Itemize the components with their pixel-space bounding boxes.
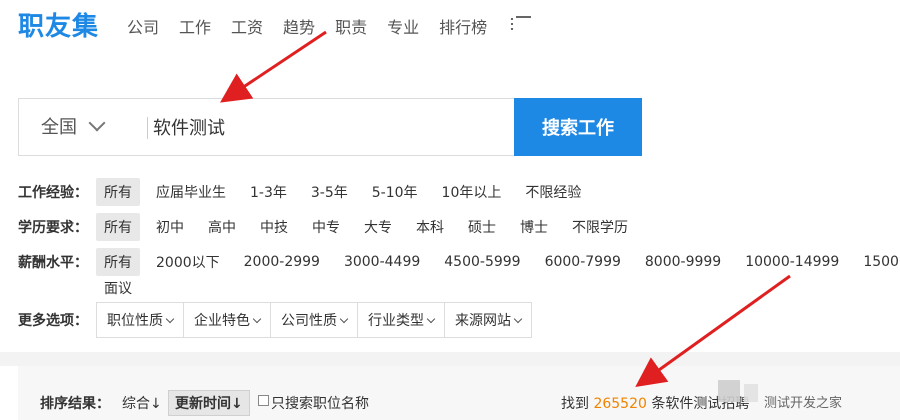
- filter-option[interactable]: 1-3年: [242, 178, 295, 206]
- filter-option[interactable]: 所有: [96, 178, 140, 206]
- dropdown-job-type[interactable]: 职位性质: [97, 303, 184, 337]
- search-box: 全国 搜索工作: [18, 98, 642, 156]
- filter-option[interactable]: 2000以下: [148, 248, 228, 276]
- dropdown-group: 职位性质 企业特色 公司性质 行业类型 来源网站: [96, 302, 532, 338]
- site-logo[interactable]: 职友集: [18, 6, 99, 43]
- nav-rankings[interactable]: 排行榜: [439, 14, 487, 38]
- filter-option[interactable]: 3-5年: [303, 178, 356, 206]
- watermark: 测试开发之家: [718, 378, 900, 414]
- chevron-down-icon: [88, 114, 106, 132]
- filter-option[interactable]: 所有: [96, 213, 140, 241]
- divider: [147, 117, 148, 139]
- nav-jobs[interactable]: 工作: [179, 14, 211, 38]
- dropdown-label: 企业特色: [194, 313, 250, 329]
- filter-option[interactable]: 中专: [304, 213, 348, 241]
- dropdown-label: 来源网站: [455, 313, 511, 329]
- top-navigation-bar: 职友集 公司 工作 工资 趋势 职责 专业 排行榜: [0, 0, 900, 52]
- nav-duties[interactable]: 职责: [335, 14, 367, 38]
- chevron-down-icon: [165, 314, 175, 323]
- filter-option[interactable]: 4500-5999: [436, 250, 528, 274]
- filter-option[interactable]: 6000-7999: [537, 250, 629, 274]
- filter-label: 更多选项：: [18, 313, 88, 329]
- filter-option[interactable]: 本科: [408, 213, 452, 241]
- sort-comprehensive[interactable]: 综合↓: [122, 393, 162, 413]
- filter-more: 更多选项： 职位性质 企业特色 公司性质 行业类型 来源网站: [18, 302, 532, 338]
- filter-option-negotiable[interactable]: 面议: [104, 278, 132, 298]
- filter-salary: 薪酬水平： 所有 2000以下 2000-2999 3000-4499 4500…: [18, 248, 900, 276]
- filter-option[interactable]: 硕士: [460, 213, 504, 241]
- nav-salary[interactable]: 工资: [231, 14, 263, 38]
- dropdown-label: 行业类型: [368, 313, 424, 329]
- dropdown-company-feature[interactable]: 企业特色: [184, 303, 271, 337]
- filter-option[interactable]: 10年以上: [434, 178, 510, 206]
- filter-experience: 工作经验： 所有 应届毕业生 1-3年 3-5年 5-10年 10年以上 不限经…: [18, 178, 597, 206]
- result-prefix: 找到: [561, 396, 589, 412]
- main-nav: 公司 工作 工资 趋势 职责 专业 排行榜: [127, 14, 532, 38]
- dropdown-company-type[interactable]: 公司性质: [271, 303, 358, 337]
- nav-company[interactable]: 公司: [127, 14, 159, 38]
- filter-label: 薪酬水平：: [18, 255, 88, 271]
- filter-option[interactable]: 应届毕业生: [148, 178, 234, 206]
- dropdown-source-site[interactable]: 来源网站: [445, 303, 531, 337]
- filter-option[interactable]: 2000-2999: [236, 250, 328, 274]
- menu-list-icon[interactable]: [511, 16, 532, 32]
- filter-option[interactable]: 10000-14999: [737, 250, 847, 274]
- watermark-logo-icon: [744, 384, 758, 402]
- filter-option[interactable]: 初中: [148, 213, 192, 241]
- filter-option[interactable]: 高中: [200, 213, 244, 241]
- chevron-down-icon: [252, 314, 262, 323]
- watermark-text: 测试开发之家: [764, 396, 843, 411]
- filter-education: 学历要求： 所有 初中 高中 中技 中专 大专 本科 硕士 博士 不限学历: [18, 213, 644, 241]
- sort-update-time[interactable]: 更新时间↓: [168, 390, 250, 416]
- filter-label: 学历要求：: [18, 220, 88, 236]
- filter-option[interactable]: 所有: [96, 248, 140, 276]
- sort-label: 排序结果：: [40, 396, 110, 412]
- region-label: 全国: [41, 117, 77, 138]
- chevron-down-icon: [339, 314, 349, 323]
- region-selector[interactable]: 全国: [41, 113, 106, 139]
- filter-option[interactable]: 5-10年: [364, 178, 426, 206]
- title-only-label: 只搜索职位名称: [271, 396, 369, 412]
- chevron-down-icon: [426, 314, 436, 323]
- filter-option[interactable]: 不限经验: [517, 178, 589, 206]
- filter-option[interactable]: 博士: [512, 213, 556, 241]
- watermark-logo-icon: [718, 380, 740, 402]
- dropdown-label: 职位性质: [107, 313, 163, 329]
- chevron-down-icon: [513, 314, 523, 323]
- nav-majors[interactable]: 专业: [387, 14, 419, 38]
- title-only-checkbox[interactable]: [258, 395, 269, 406]
- filter-option[interactable]: 中技: [252, 213, 296, 241]
- search-input[interactable]: [153, 107, 503, 147]
- dropdown-label: 公司性质: [281, 313, 337, 329]
- result-count: 265520: [593, 396, 647, 412]
- filter-option[interactable]: 15000: [855, 250, 900, 274]
- filter-option[interactable]: 不限学历: [564, 213, 636, 241]
- filter-option[interactable]: 大专: [356, 213, 400, 241]
- filter-option[interactable]: 8000-9999: [637, 250, 729, 274]
- section-divider: [0, 352, 900, 366]
- filter-option[interactable]: 3000-4499: [336, 250, 428, 274]
- nav-trends[interactable]: 趋势: [283, 14, 315, 38]
- search-jobs-button[interactable]: 搜索工作: [514, 98, 642, 156]
- sort-bar: 排序结果： 综合↓ 更新时间↓ 只搜索职位名称 找到 265520 条软件测试招…: [18, 366, 900, 420]
- dropdown-industry[interactable]: 行业类型: [358, 303, 445, 337]
- filter-label: 工作经验：: [18, 185, 88, 201]
